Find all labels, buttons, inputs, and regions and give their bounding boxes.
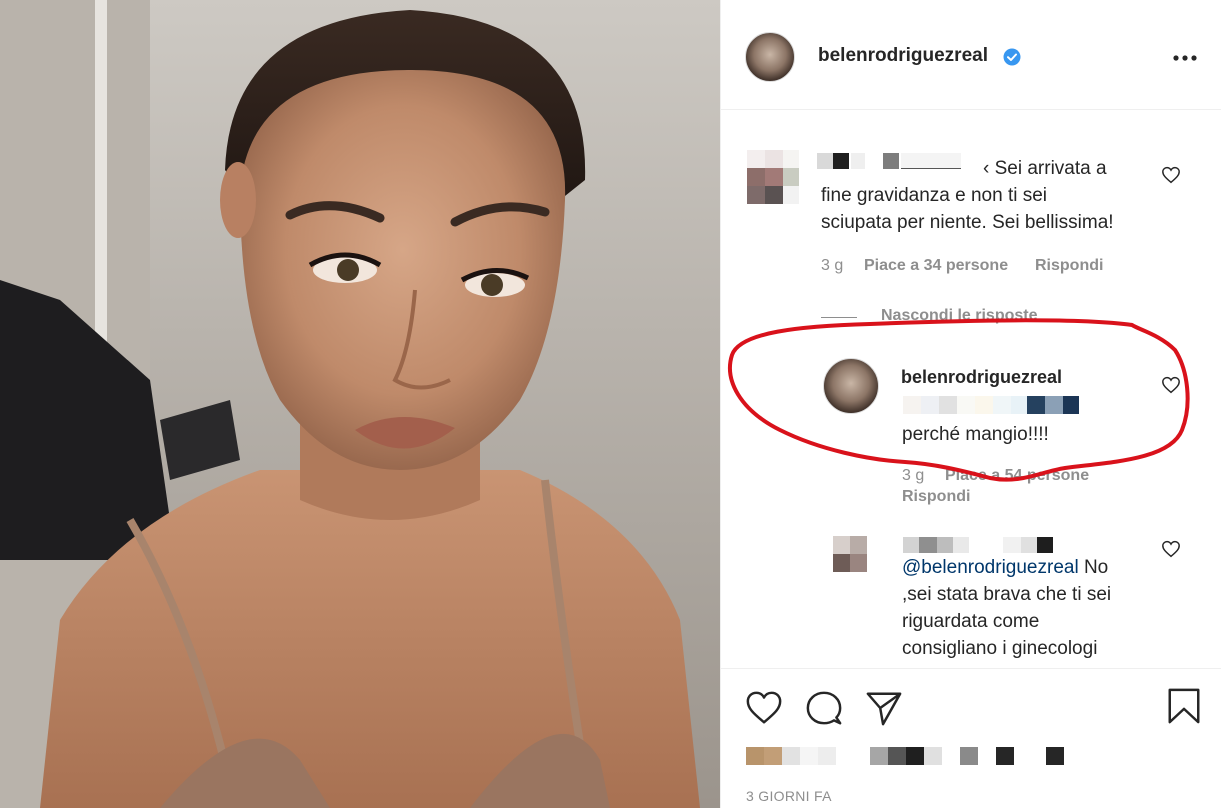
post-photo[interactable] xyxy=(0,0,720,808)
reply2-text-line2: ,sei stata brava che ti sei xyxy=(902,584,1112,605)
bookmark-icon[interactable] xyxy=(1165,687,1203,725)
reply-author-avatar[interactable] xyxy=(823,358,879,414)
hide-replies-button[interactable]: Nascondi le risposte xyxy=(881,307,1038,325)
comment-meta: 3 g xyxy=(821,257,843,275)
comment-text-line1: ‹ Sei arrivata a xyxy=(983,158,1107,179)
post-time[interactable]: 3 GIORNI FA xyxy=(746,788,832,804)
verified-badge-icon xyxy=(1003,48,1021,66)
heart-icon[interactable] xyxy=(745,689,783,727)
reply2-like-heart-icon[interactable] xyxy=(1161,540,1181,558)
reply2-text-line1: @belenrodriguezreal No xyxy=(902,554,1108,581)
reply-mention-pixelated xyxy=(903,396,1079,414)
commenter-username-pixelated[interactable] xyxy=(817,153,967,169)
reply2-text-line4: consigliano i ginecologi xyxy=(902,638,1098,659)
liked-by-pixelated[interactable] xyxy=(746,747,1066,765)
replies-divider xyxy=(821,317,857,318)
instagram-post-view: belenrodriguezreal ‹ Sei arrivata a fine… xyxy=(0,0,1221,808)
selfie-illustration xyxy=(0,0,720,808)
commenter-avatar-pixelated[interactable] xyxy=(747,150,799,204)
reply2-text-rest: No xyxy=(1078,557,1109,578)
paper-plane-icon[interactable] xyxy=(865,689,903,727)
comment-likes[interactable]: Piace a 34 persone xyxy=(864,257,1008,275)
reply2-username-pixelated[interactable] xyxy=(903,537,1073,553)
reply-time: 3 g xyxy=(902,467,925,484)
comment-time: 3 g xyxy=(821,257,844,274)
reply2-text-line3: riguardata come xyxy=(902,611,1040,632)
author-avatar[interactable] xyxy=(745,32,795,82)
comment-text-line3: sciupata per niente. Sei bellissima! xyxy=(821,212,1114,233)
comment-text-line2: fine gravidanza e non ti sei xyxy=(821,185,1048,206)
reply-reply-button[interactable]: Rispondi xyxy=(902,488,970,506)
more-options-icon[interactable] xyxy=(1172,54,1198,62)
post-side-panel: belenrodriguezreal ‹ Sei arrivata a fine… xyxy=(720,0,1221,808)
reply-text: perché mangio!!!! xyxy=(902,424,1049,445)
reply-author-username[interactable]: belenrodriguezreal xyxy=(901,367,1062,388)
comment-icon[interactable] xyxy=(805,689,843,727)
reply-time-meta: 3 g xyxy=(902,467,924,485)
reply-likes[interactable]: Piace a 54 persone xyxy=(945,467,1089,485)
comments-list[interactable]: ‹ Sei arrivata a fine gravidanza e non t… xyxy=(721,110,1221,668)
reply2-avatar-pixelated[interactable] xyxy=(833,536,867,572)
reply2-mention-link[interactable]: @belenrodriguezreal xyxy=(902,557,1079,578)
author-username[interactable]: belenrodriguezreal xyxy=(818,45,988,67)
reply-like-heart-icon[interactable] xyxy=(1161,376,1181,394)
comment-like-heart-icon[interactable] xyxy=(1161,166,1181,184)
comment-reply-button[interactable]: Rispondi xyxy=(1035,257,1103,275)
post-actions-bar: 3 GIORNI FA xyxy=(721,668,1221,808)
post-header: belenrodriguezreal xyxy=(721,4,1221,110)
